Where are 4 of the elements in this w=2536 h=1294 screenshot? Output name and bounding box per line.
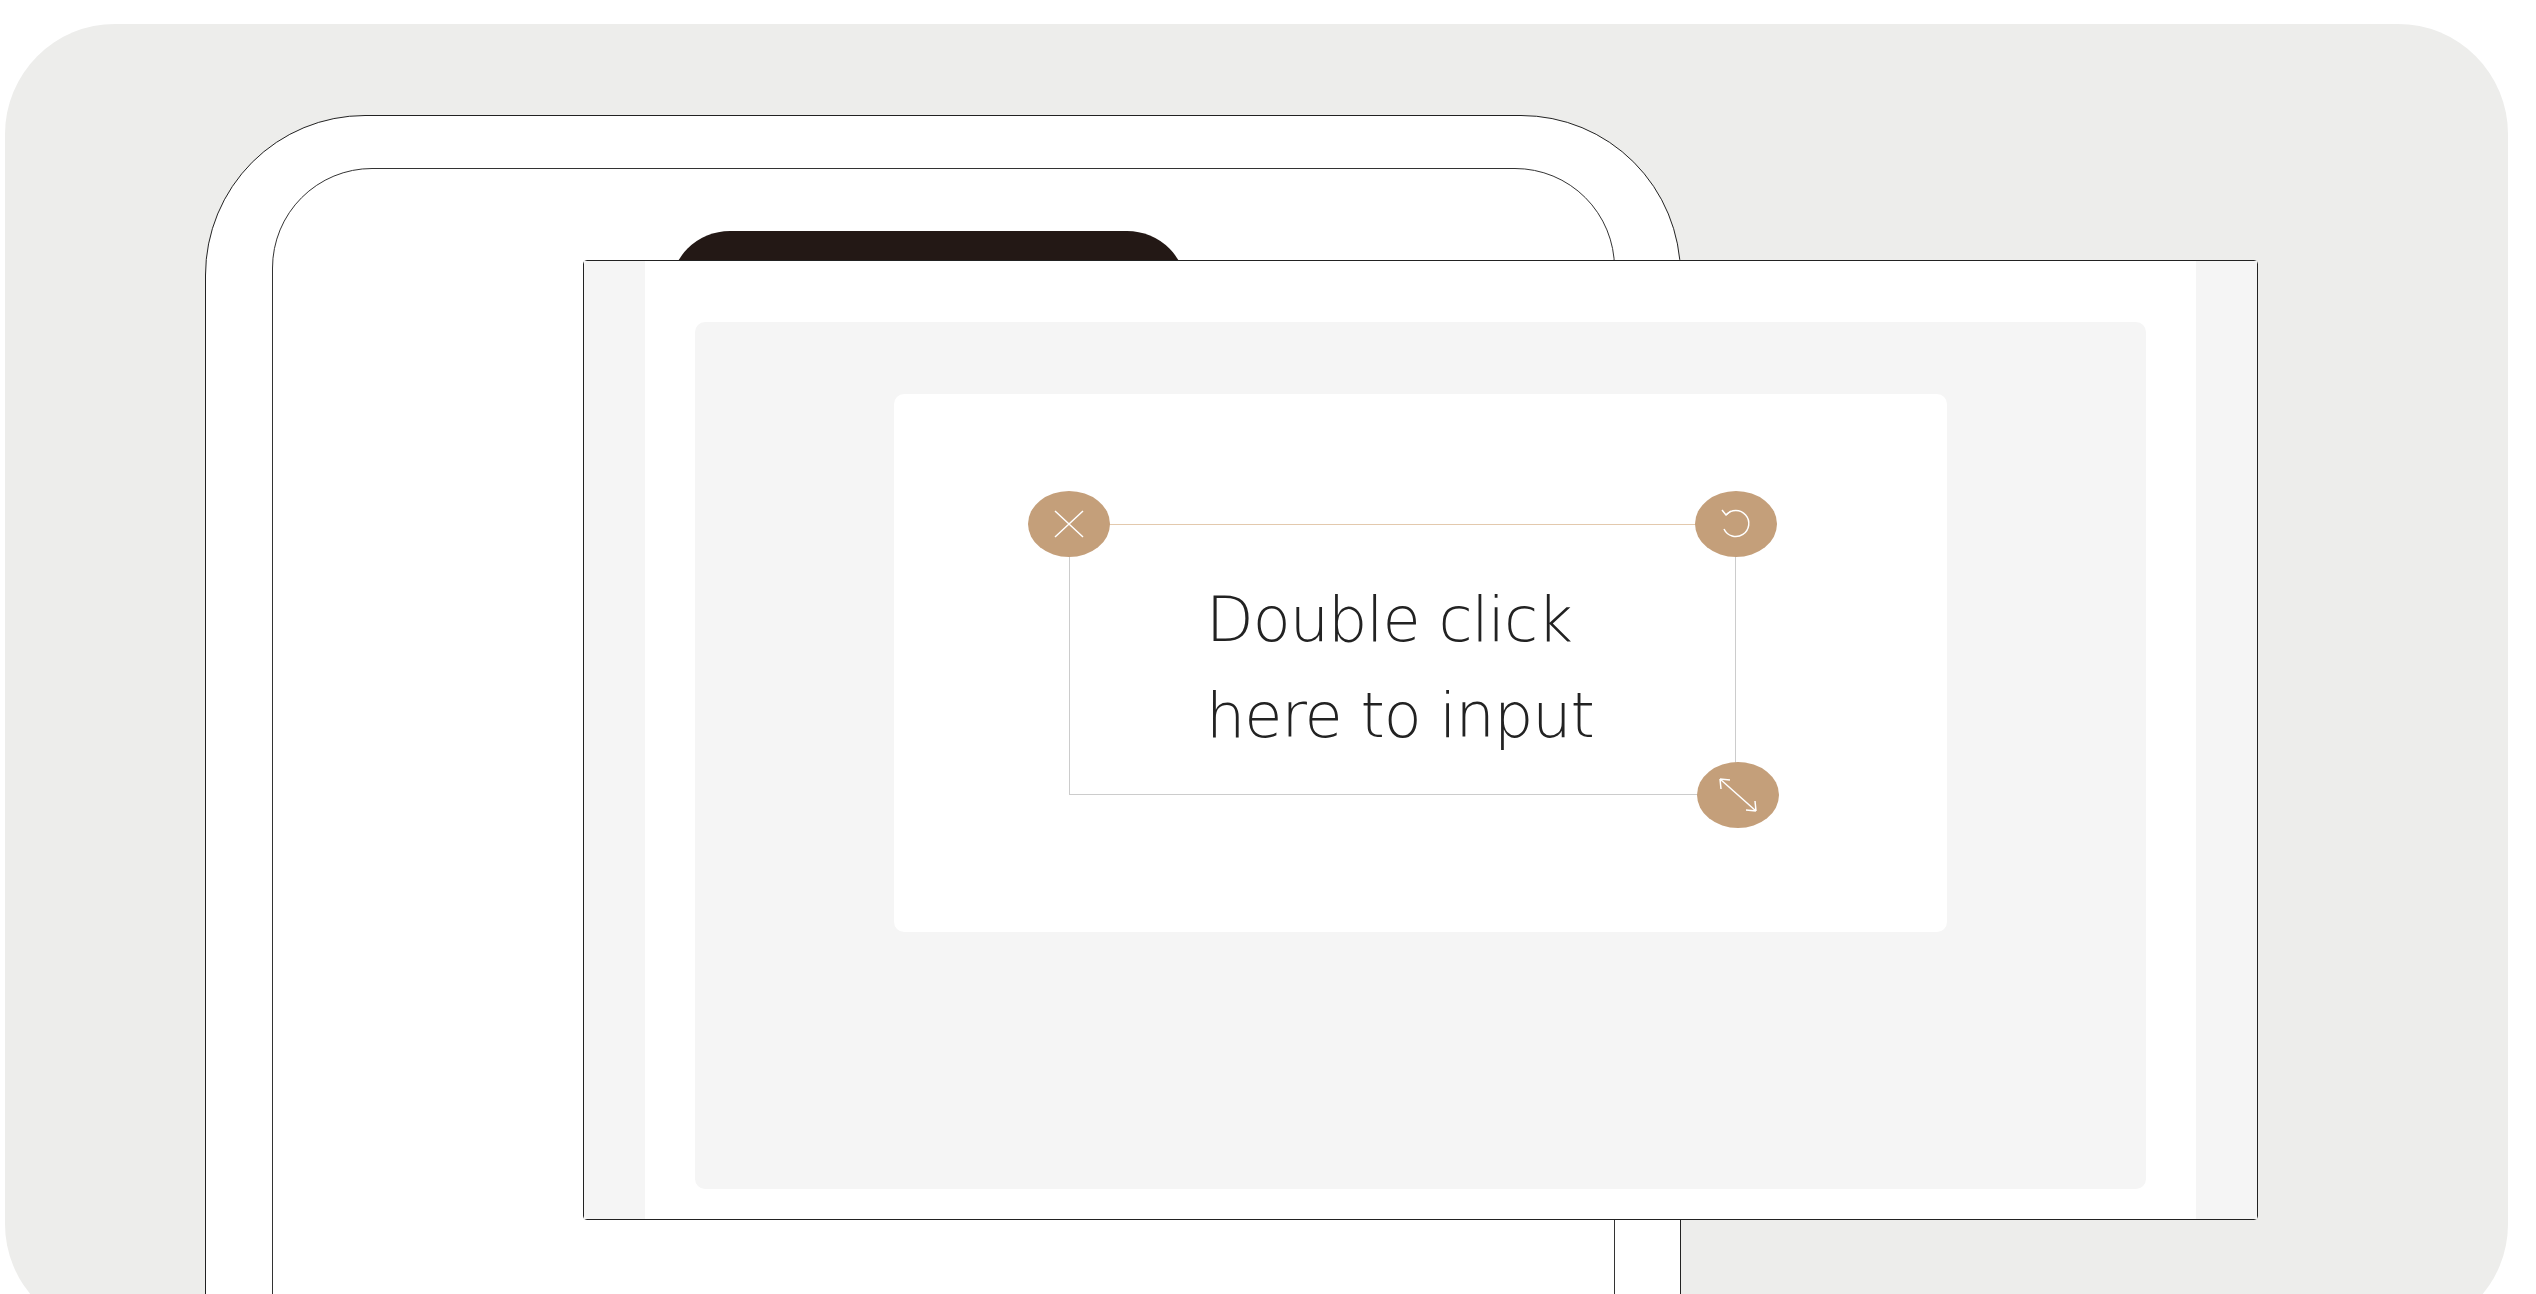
text-box-text[interactable]: Double click here to input	[1206, 572, 1636, 764]
resize-icon[interactable]	[1697, 762, 1779, 828]
close-icon[interactable]	[1028, 491, 1110, 557]
rotate-icon[interactable]	[1695, 491, 1777, 557]
